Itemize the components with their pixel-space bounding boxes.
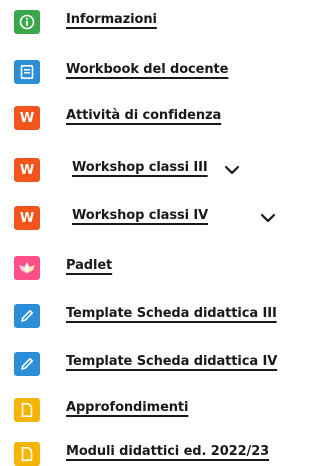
wordwall-icon: W — [14, 106, 40, 130]
menu-link-template-iv[interactable]: Template Scheda didattica IV — [66, 354, 277, 369]
wordwall-icon: W — [14, 206, 40, 230]
file-icon — [14, 442, 40, 466]
menu-link-approfondimenti[interactable]: Approfondimenti — [66, 400, 189, 415]
menu-link-workshop-iv[interactable]: Workshop classi IV — [72, 208, 208, 223]
wordwall-icon: W — [14, 158, 40, 182]
wordwall-letter: W — [19, 110, 35, 126]
wordwall-letter: W — [19, 210, 35, 226]
menu-item-approfondimenti[interactable]: Approfondimenti — [0, 396, 324, 422]
menu-link-informazioni[interactable]: Informazioni — [66, 12, 157, 27]
padlet-icon — [14, 256, 40, 280]
info-icon — [14, 10, 40, 34]
menu-item-moduli-didattici[interactable]: Moduli didattici ed. 2022/23 — [0, 440, 324, 466]
menu-item-workshop-iii[interactable]: W Workshop classi III — [0, 156, 324, 182]
menu-item-workshop-iv[interactable]: W Workshop classi IV — [0, 204, 324, 230]
menu-item-informazioni[interactable]: Informazioni — [0, 8, 324, 34]
pencil-icon — [14, 304, 40, 328]
document-icon — [14, 60, 40, 84]
chevron-down-icon[interactable] — [223, 161, 241, 179]
menu-link-attivita-confidenza[interactable]: Attività di confidenza — [66, 108, 221, 123]
menu-item-template-iv[interactable]: Template Scheda didattica IV — [0, 350, 324, 376]
file-icon — [14, 398, 40, 422]
wordwall-letter: W — [19, 162, 35, 178]
menu-item-attivita-confidenza[interactable]: W Attività di confidenza — [0, 104, 324, 130]
chevron-down-icon[interactable] — [259, 209, 277, 227]
menu-link-padlet[interactable]: Padlet — [66, 258, 112, 273]
menu-item-template-iii[interactable]: Template Scheda didattica III — [0, 302, 324, 328]
menu-item-padlet[interactable]: Padlet — [0, 254, 324, 280]
pencil-icon — [14, 352, 40, 376]
menu-link-workbook[interactable]: Workbook del docente — [66, 62, 228, 77]
menu-item-workbook[interactable]: Workbook del docente — [0, 58, 324, 84]
menu-link-moduli-didattici[interactable]: Moduli didattici ed. 2022/23 — [66, 444, 269, 459]
menu-link-workshop-iii[interactable]: Workshop classi III — [72, 160, 208, 175]
menu-link-template-iii[interactable]: Template Scheda didattica III — [66, 306, 277, 321]
